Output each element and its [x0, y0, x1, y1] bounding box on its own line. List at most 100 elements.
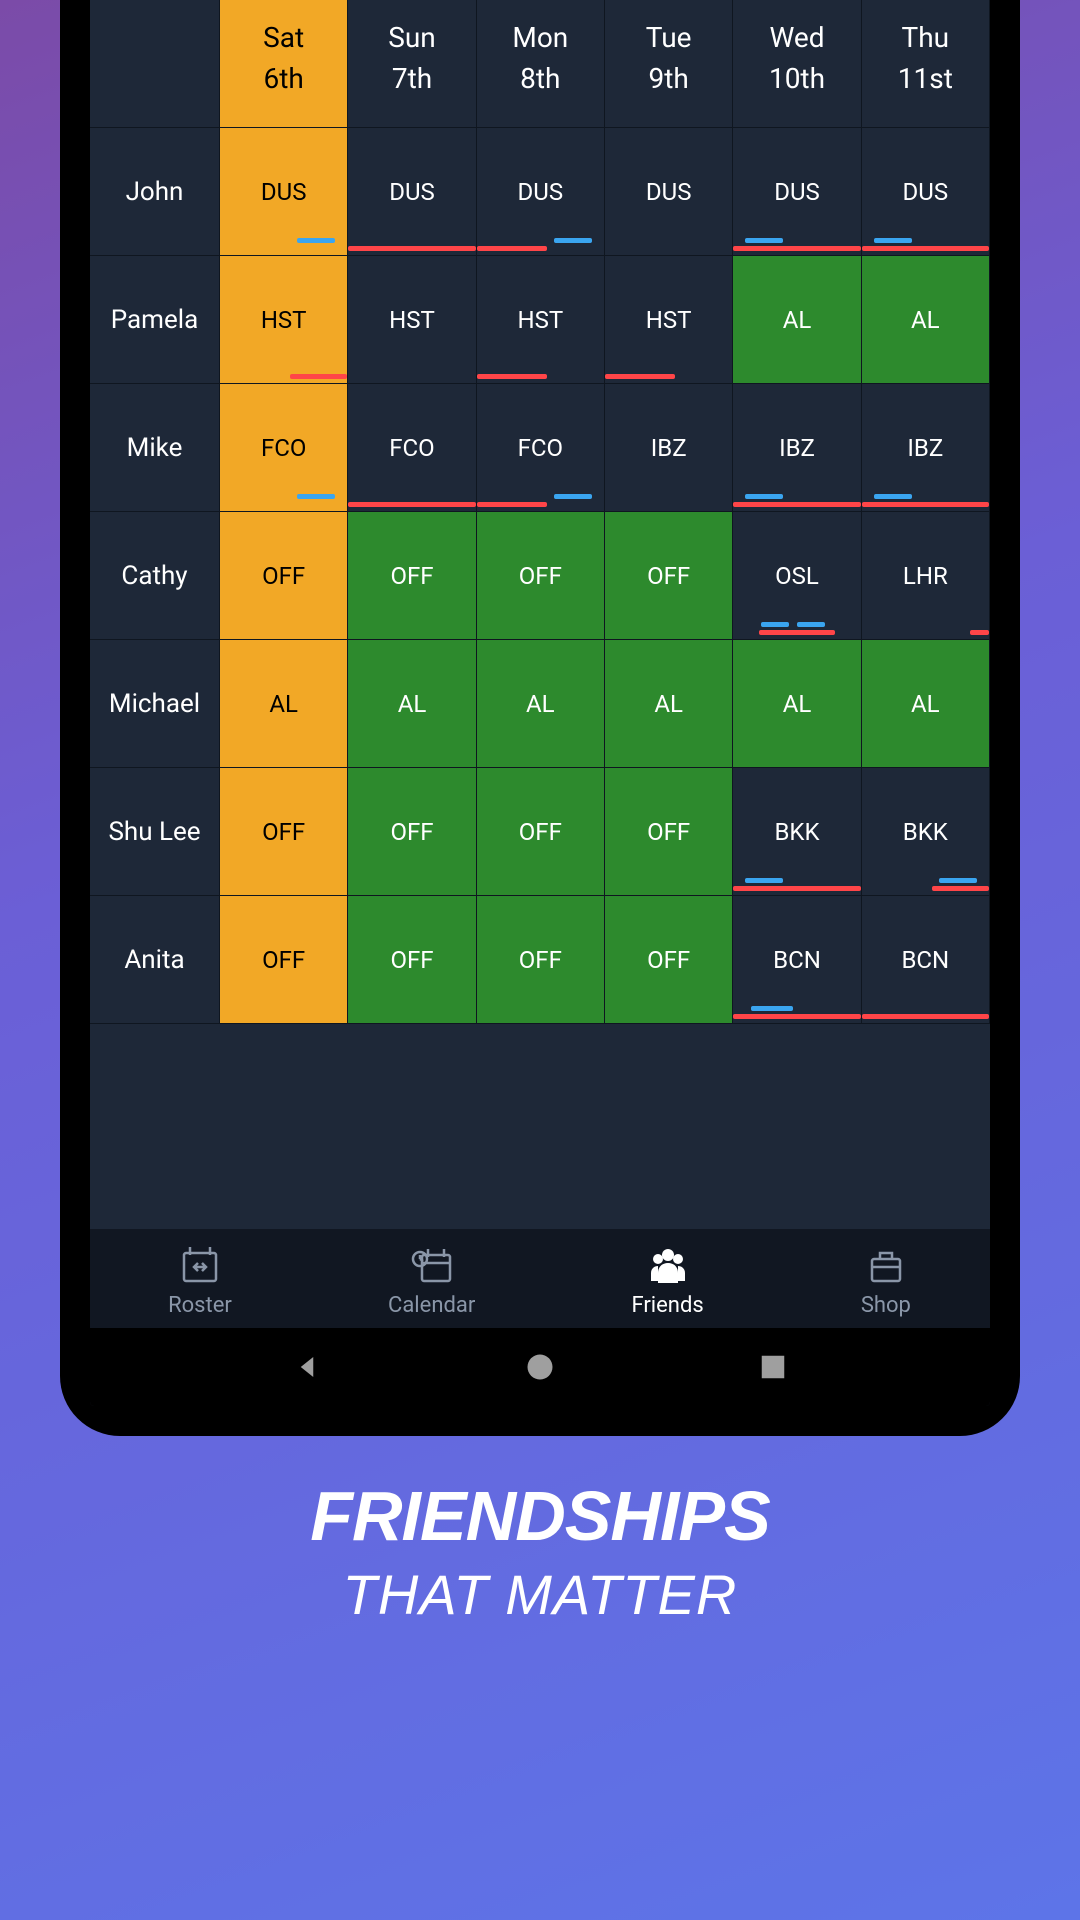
shift-cell-2-4[interactable]: IBZ	[733, 384, 861, 512]
shift-cell-1-5[interactable]: AL	[862, 256, 990, 384]
blue-indicator	[761, 622, 789, 627]
friend-name-4[interactable]: Michael	[90, 640, 220, 768]
blue-indicator	[554, 494, 592, 499]
shift-cell-4-2[interactable]: AL	[477, 640, 605, 768]
shift-code: OFF	[262, 562, 305, 590]
red-indicator	[348, 246, 475, 251]
shift-code: HST	[646, 306, 692, 334]
shift-cell-5-1[interactable]: OFF	[348, 768, 476, 896]
shift-code: DUS	[389, 178, 435, 206]
friend-name-2[interactable]: Mike	[90, 384, 220, 512]
header-day-1[interactable]: Sun7th	[348, 0, 476, 128]
nav-friends[interactable]: Friends	[631, 1243, 703, 1318]
shift-cell-3-4[interactable]: OSL	[733, 512, 861, 640]
blue-indicator	[874, 238, 912, 243]
red-indicator	[477, 374, 547, 379]
shift-cell-3-2[interactable]: OFF	[477, 512, 605, 640]
shift-cell-4-4[interactable]: AL	[733, 640, 861, 768]
shift-cell-3-5[interactable]: LHR	[862, 512, 990, 640]
shift-cell-0-1[interactable]: DUS	[348, 128, 476, 256]
shift-cell-0-3[interactable]: DUS	[605, 128, 733, 256]
nav-label: Friends	[631, 1293, 703, 1318]
shift-code: FCO	[261, 434, 306, 462]
shift-code: OFF	[519, 946, 562, 974]
tagline-line1: FRIENDSHIPS	[310, 1476, 770, 1556]
shift-cell-4-0[interactable]: AL	[220, 640, 348, 768]
header-corner	[90, 0, 220, 128]
shift-cell-0-0[interactable]: DUS	[220, 128, 348, 256]
shift-cell-6-0[interactable]: OFF	[220, 896, 348, 1024]
shift-code: DUS	[261, 178, 307, 206]
shift-cell-1-2[interactable]: HST	[477, 256, 605, 384]
recent-button[interactable]	[758, 1352, 788, 1382]
red-indicator	[759, 630, 835, 635]
red-indicator	[862, 246, 989, 251]
back-button[interactable]	[292, 1352, 322, 1382]
shift-cell-5-0[interactable]: OFF	[220, 768, 348, 896]
shift-cell-6-5[interactable]: BCN	[862, 896, 990, 1024]
nav-roster[interactable]: Roster	[168, 1243, 232, 1318]
shift-cell-6-4[interactable]: BCN	[733, 896, 861, 1024]
blue-indicator	[939, 878, 977, 883]
header-day-4[interactable]: Wed10th	[733, 0, 861, 128]
header-day-2[interactable]: Mon8th	[477, 0, 605, 128]
shift-cell-5-3[interactable]: OFF	[605, 768, 733, 896]
shift-cell-1-4[interactable]: AL	[733, 256, 861, 384]
shift-cell-4-1[interactable]: AL	[348, 640, 476, 768]
shift-code: OFF	[390, 818, 433, 846]
shift-code: HST	[389, 306, 435, 334]
roster-icon	[174, 1243, 226, 1287]
shift-cell-0-4[interactable]: DUS	[733, 128, 861, 256]
shift-cell-0-5[interactable]: DUS	[862, 128, 990, 256]
shift-cell-3-3[interactable]: OFF	[605, 512, 733, 640]
shift-cell-2-0[interactable]: FCO	[220, 384, 348, 512]
blue-indicator	[297, 494, 335, 499]
shift-cell-6-3[interactable]: OFF	[605, 896, 733, 1024]
phone-frame: Sat6thSun7thMon8thTue9thWed10thThu11st Jo…	[60, 0, 1020, 1436]
header-day-3[interactable]: Tue9th	[605, 0, 733, 128]
shift-code: FCO	[518, 434, 563, 462]
shift-code: AL	[911, 306, 940, 334]
header-day-0[interactable]: Sat6th	[220, 0, 348, 128]
shift-code: OFF	[647, 946, 690, 974]
friend-name-3[interactable]: Cathy	[90, 512, 220, 640]
shift-code: AL	[526, 690, 555, 718]
nav-calendar[interactable]: Calendar	[388, 1243, 475, 1318]
shift-cell-2-2[interactable]: FCO	[477, 384, 605, 512]
shift-cell-1-0[interactable]: HST	[220, 256, 348, 384]
shift-cell-2-1[interactable]: FCO	[348, 384, 476, 512]
shift-code: OFF	[647, 818, 690, 846]
blue-indicator	[297, 238, 335, 243]
friend-name-0[interactable]: John	[90, 128, 220, 256]
shift-code: OSL	[775, 562, 819, 590]
blue-indicator	[745, 878, 783, 883]
tagline-line2: THAT MATTER	[310, 1562, 770, 1627]
shift-cell-6-1[interactable]: OFF	[348, 896, 476, 1024]
shift-cell-3-0[interactable]: OFF	[220, 512, 348, 640]
shift-code: IBZ	[651, 434, 687, 462]
shift-cell-0-2[interactable]: DUS	[477, 128, 605, 256]
shift-cell-6-2[interactable]: OFF	[477, 896, 605, 1024]
blue-indicator	[797, 622, 825, 627]
shift-cell-4-5[interactable]: AL	[862, 640, 990, 768]
friend-name-5[interactable]: Shu Lee	[90, 768, 220, 896]
shift-cell-5-2[interactable]: OFF	[477, 768, 605, 896]
shift-code: OFF	[262, 818, 305, 846]
friend-name-1[interactable]: Pamela	[90, 256, 220, 384]
shift-code: OFF	[519, 562, 562, 590]
shift-cell-1-1[interactable]: HST	[348, 256, 476, 384]
shift-cell-5-4[interactable]: BKK	[733, 768, 861, 896]
home-button[interactable]	[525, 1352, 555, 1382]
friend-name-6[interactable]: Anita	[90, 896, 220, 1024]
shift-cell-2-5[interactable]: IBZ	[862, 384, 990, 512]
shift-cell-4-3[interactable]: AL	[605, 640, 733, 768]
nav-shop[interactable]: Shop	[860, 1243, 912, 1318]
shift-code: DUS	[774, 178, 820, 206]
shift-cell-2-3[interactable]: IBZ	[605, 384, 733, 512]
shift-cell-1-3[interactable]: HST	[605, 256, 733, 384]
header-day-5[interactable]: Thu11st	[862, 0, 990, 128]
shift-cell-5-5[interactable]: BKK	[862, 768, 990, 896]
blue-indicator	[874, 494, 912, 499]
shift-cell-3-1[interactable]: OFF	[348, 512, 476, 640]
red-indicator	[932, 886, 989, 891]
